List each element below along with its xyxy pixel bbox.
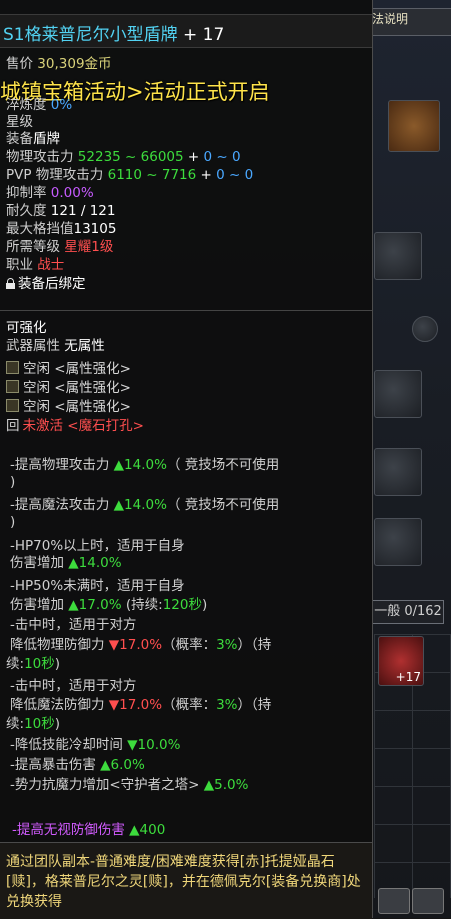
bottom-up-button[interactable] (412, 888, 444, 914)
price-line: 售价 30,309金币 (6, 56, 112, 72)
inventory-item-slot[interactable]: +17 (378, 636, 424, 686)
effect-phys-atk: -提高物理攻击力 ▲14.0%（ 竞技场不可使用 (10, 457, 280, 473)
toggle-ring-icon[interactable] (412, 316, 438, 342)
gem-socket: 回未激活 <魔石打孔> (6, 418, 144, 434)
effect-phys-atk-cont: ) (10, 474, 16, 490)
effect-hit-mag: -击中时，适用于对方 (10, 678, 137, 694)
purity-line: 淬炼度 0% (6, 97, 73, 113)
equip-type-line: 装备盾牌 (6, 131, 60, 147)
effect-crit-dmg: -提高暴击伤害 ▲6.0% (10, 757, 145, 773)
effect-hit-mag-def: 降低魔法防御力 ▼17.0%（概率：3%）（持 (10, 697, 272, 713)
bind-line: 装备后绑定 (6, 276, 86, 293)
equipment-slot-helmet[interactable] (374, 232, 422, 280)
bottom-menu-button[interactable] (378, 888, 410, 914)
pvp-atk-line: PVP 物理攻击力 6110 ~ 7716 + 0 ~ 0 (6, 167, 254, 183)
effect-hit-phys-duration: 续:10秒) (6, 656, 61, 672)
scroll-icon[interactable] (388, 100, 440, 152)
effect-hp70-dmg: 伤害增加 ▲14.0% (10, 555, 122, 571)
effect-hit-phys: -击中时，适用于对方 (10, 617, 137, 633)
job-line: 职业 战士 (6, 257, 65, 273)
socket-3: 空闲 <属性强化> (6, 395, 131, 415)
socket-icon (6, 380, 19, 393)
item-enhance-level: + 17 (183, 25, 225, 45)
lock-icon (6, 278, 15, 289)
socket-icon (6, 361, 19, 374)
effect-hp50: -HP50%未满时，适用于自身 (10, 578, 185, 594)
item-name: S1格莱普尼尔小型盾牌 + 17 (3, 25, 225, 45)
equipment-slot-armor[interactable] (374, 448, 422, 496)
block-line: 最大格挡值13105 (6, 221, 117, 237)
socket-2: 空闲 <属性强化> (6, 376, 131, 396)
help-button[interactable]: 法说明 (372, 10, 408, 27)
socket-1: 空闲 <属性强化> (6, 357, 131, 377)
effect-mag-atk: -提高魔法攻击力 ▲14.0%（ 竞技场不可使用 (10, 497, 280, 513)
effect-hit-mag-duration: 续:10秒) (6, 716, 61, 732)
star-line: 星级 (6, 114, 33, 130)
equipment-slot-gloves[interactable] (374, 370, 422, 418)
effect-hit-phys-def: 降低物理防御力 ▼17.0%（概率：3%）（持 (10, 637, 272, 653)
effect-magic-resist: -势力抗魔力增加<守护者之塔> ▲5.0% (10, 777, 249, 793)
equipment-slot-weapon[interactable] (374, 518, 422, 566)
socket-icon (6, 399, 19, 412)
special-effect-ignore-def: -提高无视防御伤害 ▲400 (12, 822, 166, 838)
effect-hp50-dmg: 伤害增加 ▲17.0% (持续:120秒) (10, 597, 208, 613)
divider (0, 310, 372, 311)
slot-enhance-badge: +17 (395, 670, 421, 684)
effect-cooldown: -降低技能冷却时间 ▼10.0% (10, 737, 181, 753)
level-line: 所需等级 星耀1级 (6, 239, 114, 255)
enhanceable-line: 可强化 (6, 320, 47, 336)
inventory-tab-general[interactable]: 一般 0/162 (372, 600, 444, 624)
weapon-attr-line: 武器属性 无属性 (6, 338, 105, 354)
durability-line: 耐久度 121 / 121 (6, 203, 116, 219)
gem-socket-icon: 回 (6, 418, 20, 434)
suppress-line: 抑制率 0.00% (6, 185, 94, 201)
effect-hp70: -HP70%以上时，适用于自身 (10, 538, 185, 554)
phys-atk-line: 物理攻击力 52235 ~ 66005 + 0 ~ 0 (6, 149, 241, 165)
item-source-text: 通过团队副本-普通难度/困难难度获得[赤]托提娅晶石[赎]，格莱普尼尔之灵[赎]… (6, 854, 361, 910)
effect-mag-atk-cont: ) (10, 514, 16, 530)
